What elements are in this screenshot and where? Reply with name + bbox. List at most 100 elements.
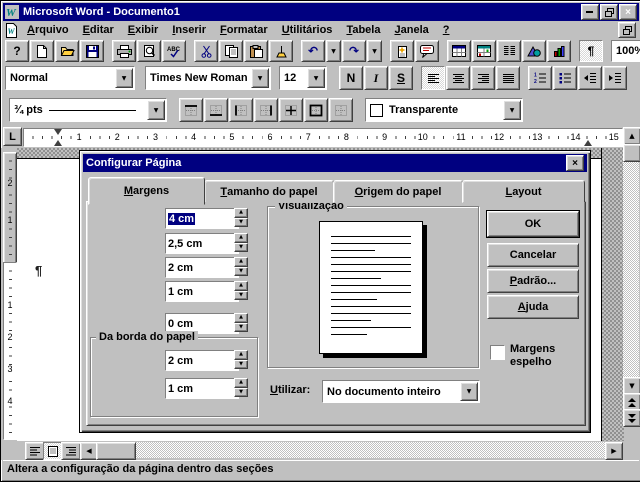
help-button[interactable]: ? bbox=[5, 40, 29, 62]
menu-item-tabela[interactable]: Tabela bbox=[339, 21, 387, 39]
superior-spinner[interactable]: ▲▼ bbox=[234, 208, 248, 227]
spin-up-icon[interactable]: ▲ bbox=[234, 313, 248, 323]
cancel-button[interactable]: Cancelar bbox=[487, 243, 579, 267]
ok-button[interactable]: OK bbox=[487, 211, 579, 237]
horizontal-scrollbar[interactable] bbox=[96, 442, 605, 458]
inferior-spinner[interactable]: ▲▼ bbox=[234, 233, 248, 252]
rodape-input[interactable]: 1 cm bbox=[165, 378, 239, 399]
spin-up-icon[interactable]: ▲ bbox=[234, 281, 248, 291]
minimize-button[interactable] bbox=[581, 4, 599, 20]
cabecalho-input[interactable]: 2 cm bbox=[165, 350, 239, 371]
paste-button[interactable] bbox=[244, 40, 268, 62]
increase-indent-button[interactable] bbox=[603, 66, 627, 90]
scroll-right-button[interactable]: ▶ bbox=[605, 442, 623, 460]
dialog-close-button[interactable]: × bbox=[566, 155, 584, 171]
utilizar-dropdown-button[interactable]: ▼ bbox=[460, 382, 478, 401]
spin-up-icon[interactable]: ▲ bbox=[234, 233, 248, 243]
spin-down-icon[interactable]: ▼ bbox=[234, 218, 248, 228]
paragraph-marks-button[interactable]: ¶ bbox=[579, 40, 603, 62]
font-combobox[interactable]: Times New Roman▼ bbox=[145, 66, 271, 90]
border-bottom-button[interactable] bbox=[204, 98, 228, 122]
style-dropdown-button[interactable]: ▼ bbox=[115, 68, 133, 88]
tab-origem-do-papel[interactable]: Origem do papel bbox=[333, 180, 463, 203]
redo-dropdown-button[interactable]: ▼ bbox=[367, 40, 382, 62]
spin-down-icon[interactable]: ▼ bbox=[234, 388, 248, 398]
border-none-button[interactable] bbox=[329, 98, 353, 122]
spin-down-icon[interactable]: ▼ bbox=[234, 360, 248, 370]
border-left-button[interactable] bbox=[229, 98, 253, 122]
vertical-scrollbar-thumb[interactable] bbox=[623, 144, 640, 162]
border-outside-button[interactable] bbox=[304, 98, 328, 122]
font-size-dropdown-button[interactable]: ▼ bbox=[307, 68, 325, 88]
justify-button[interactable] bbox=[496, 66, 520, 90]
zoom-combobox[interactable]: 100% ▼ bbox=[611, 40, 640, 62]
mirror-margins-checkbox[interactable] bbox=[490, 345, 505, 360]
bullets-button[interactable] bbox=[553, 66, 577, 90]
spin-down-icon[interactable]: ▼ bbox=[234, 243, 248, 253]
align-center-button[interactable] bbox=[446, 66, 470, 90]
esquerda-spinner[interactable]: ▲▼ bbox=[234, 257, 248, 276]
menu-item-inserir[interactable]: Inserir bbox=[165, 21, 213, 39]
right-indent-marker[interactable] bbox=[584, 140, 592, 146]
menu-item-formatar[interactable]: Formatar bbox=[213, 21, 275, 39]
spin-up-icon[interactable]: ▲ bbox=[234, 208, 248, 218]
tab-tamanho-do-papel[interactable]: Tamanho do papel bbox=[204, 180, 334, 203]
tip-wizard-button[interactable] bbox=[415, 40, 439, 62]
page-layout-view-button[interactable] bbox=[43, 442, 63, 460]
chart-button[interactable] bbox=[547, 40, 571, 62]
border-inside-button[interactable] bbox=[279, 98, 303, 122]
line-style-combobox[interactable]: ¾ pts▼ bbox=[9, 98, 167, 122]
insert-excel-button[interactable] bbox=[472, 40, 496, 62]
utilizar-combobox[interactable]: No documento inteiro▼ bbox=[322, 380, 480, 403]
align-left-button[interactable] bbox=[421, 66, 445, 90]
print-button[interactable] bbox=[112, 40, 136, 62]
spin-up-icon[interactable]: ▲ bbox=[234, 378, 248, 388]
esquerda-input[interactable]: 2 cm bbox=[165, 257, 239, 278]
close-button[interactable]: × bbox=[619, 4, 637, 20]
tab-alignment-button[interactable]: L bbox=[3, 127, 22, 146]
direita-input[interactable]: 1 cm bbox=[165, 281, 239, 302]
insert-table-button[interactable] bbox=[447, 40, 471, 62]
undo-dropdown-button[interactable]: ▼ bbox=[326, 40, 341, 62]
style-combobox[interactable]: Normal▼ bbox=[5, 66, 135, 90]
superior-input[interactable]: 4 cm bbox=[165, 208, 239, 229]
shading-dropdown-button[interactable]: ▼ bbox=[503, 100, 521, 120]
spin-down-icon[interactable]: ▼ bbox=[234, 267, 248, 277]
italic-button[interactable]: I bbox=[364, 66, 388, 90]
underline-button[interactable]: S bbox=[389, 66, 413, 90]
vertical-ruler-margin[interactable]: 21 bbox=[3, 152, 17, 264]
tab-margens[interactable]: Margens bbox=[88, 177, 205, 205]
font-dropdown-button[interactable]: ▼ bbox=[251, 68, 269, 88]
redo-button[interactable]: ↷ bbox=[342, 40, 366, 62]
decrease-indent-button[interactable] bbox=[578, 66, 602, 90]
spin-down-icon[interactable]: ▼ bbox=[234, 291, 248, 301]
align-right-button[interactable] bbox=[471, 66, 495, 90]
menu-item-janela[interactable]: Janela bbox=[387, 21, 435, 39]
autoformat-button[interactable] bbox=[390, 40, 414, 62]
spin-up-icon[interactable]: ▲ bbox=[234, 257, 248, 267]
direita-spinner[interactable]: ▲▼ bbox=[234, 281, 248, 300]
line-style-dropdown-button[interactable]: ▼ bbox=[147, 100, 165, 120]
document-restore-button[interactable] bbox=[618, 22, 636, 38]
new-document-button[interactable] bbox=[30, 40, 54, 62]
spell-check-button[interactable]: ABC bbox=[162, 40, 186, 62]
save-button[interactable] bbox=[80, 40, 104, 62]
copy-button[interactable] bbox=[219, 40, 243, 62]
vertical-ruler-text[interactable]: 1234 bbox=[3, 262, 17, 440]
rodape-spinner[interactable]: ▲▼ bbox=[234, 378, 248, 397]
first-line-indent-marker[interactable] bbox=[54, 129, 62, 135]
cabecalho-spinner[interactable]: ▲▼ bbox=[234, 350, 248, 369]
font-size-combobox[interactable]: 12▼ bbox=[279, 66, 327, 90]
spin-up-icon[interactable]: ▲ bbox=[234, 350, 248, 360]
tab-layout[interactable]: Layout bbox=[462, 180, 585, 203]
numbering-button[interactable]: 12 bbox=[528, 66, 552, 90]
format-painter-button[interactable] bbox=[269, 40, 293, 62]
menu-item-utilitarios[interactable]: Utilitários bbox=[275, 21, 340, 39]
restore-button[interactable] bbox=[600, 4, 618, 20]
menu-item-exibir[interactable]: Exibir bbox=[121, 21, 166, 39]
menu-item-arquivo[interactable]: Arquivo bbox=[20, 21, 76, 39]
outline-view-button[interactable] bbox=[61, 442, 81, 460]
normal-view-button[interactable] bbox=[25, 442, 45, 460]
next-page-button[interactable] bbox=[623, 409, 640, 427]
drawing-button[interactable] bbox=[522, 40, 546, 62]
